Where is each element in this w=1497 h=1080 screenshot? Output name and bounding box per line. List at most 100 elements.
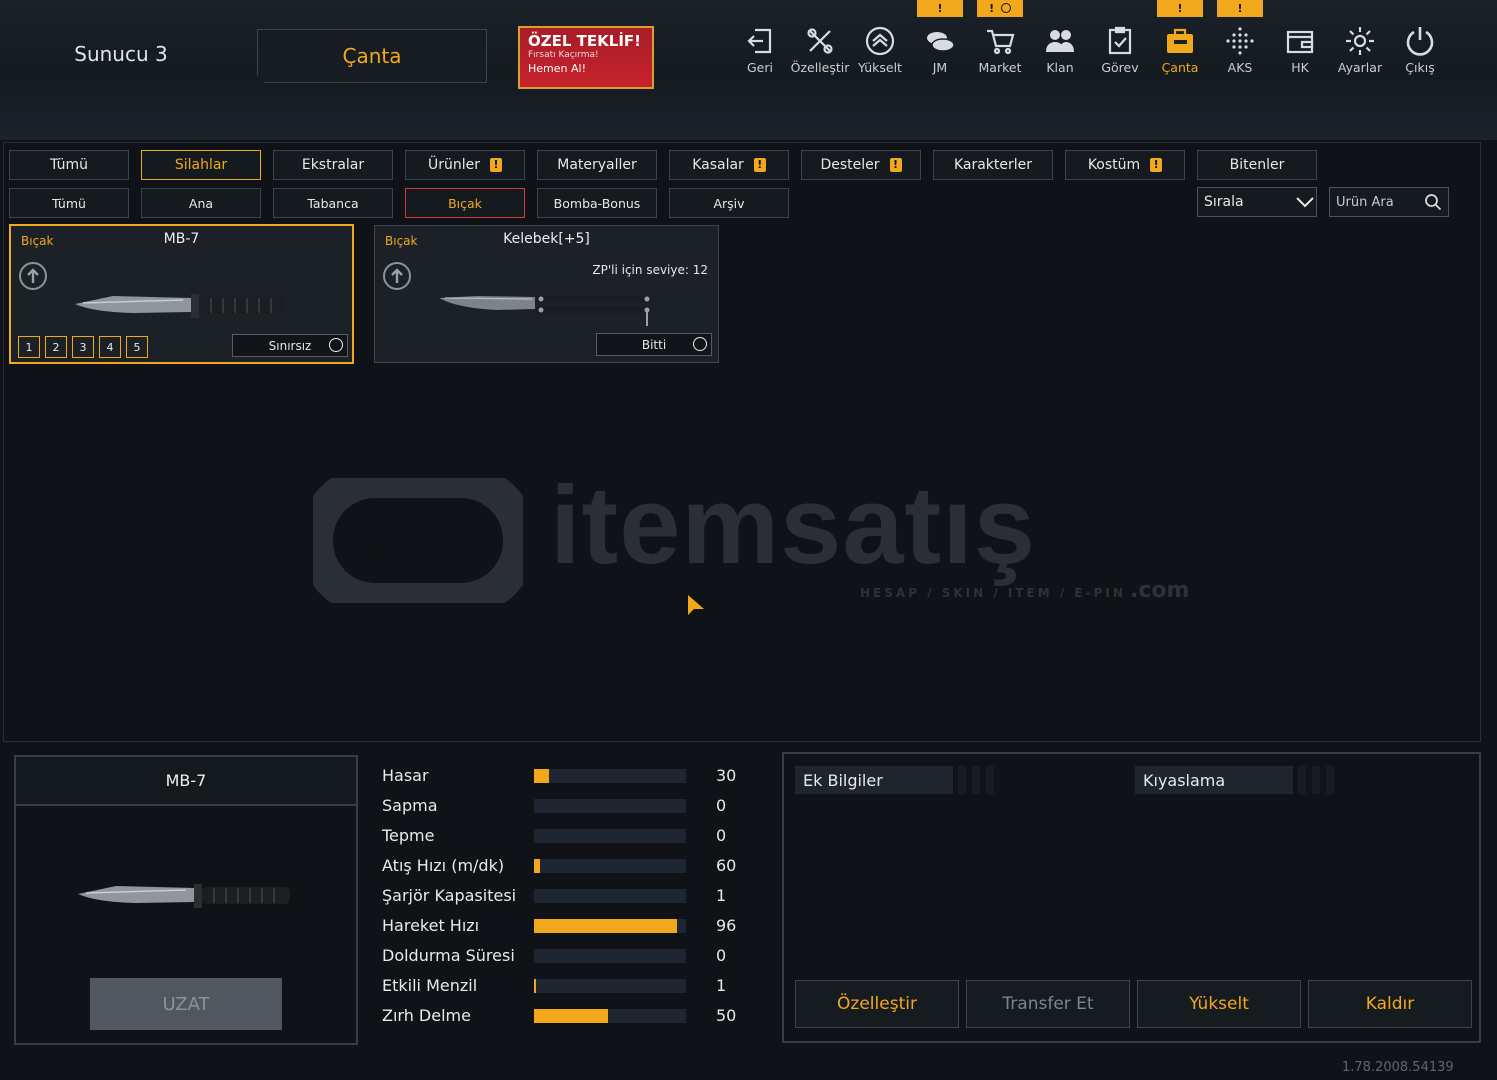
search-icon[interactable] <box>1424 193 1442 211</box>
warning-icon: ! <box>1150 158 1163 172</box>
tab-crates[interactable]: Kasalar! <box>669 150 789 180</box>
nav-aks[interactable]: AKS <box>1210 24 1270 80</box>
nav-label: AKS <box>1227 60 1253 75</box>
chevron-down-icon <box>1296 197 1314 208</box>
level-5-button[interactable]: 5 <box>126 336 148 358</box>
back-icon <box>747 28 772 54</box>
stat-value: 50 <box>716 1006 737 1025</box>
upgrade-arrow-icon[interactable] <box>383 262 411 290</box>
subtab-all[interactable]: Tümü <box>9 188 129 218</box>
version-label: 1.78.2008.54139 <box>1342 1060 1454 1075</box>
nav-upgrade[interactable]: Yükselt <box>850 24 910 80</box>
tab-products[interactable]: Ürünler! <box>405 150 525 180</box>
tab-extras[interactable]: Ekstralar <box>273 150 393 180</box>
level-1-button[interactable]: 1 <box>18 336 40 358</box>
nav-label: JM <box>932 60 948 75</box>
jm-badge: ! <box>917 0 963 17</box>
upgrade-button[interactable]: Yükselt <box>1137 980 1301 1028</box>
tab-characters[interactable]: Karakterler <box>933 150 1053 180</box>
subtab-pistol[interactable]: Tabanca <box>273 188 393 218</box>
header-stripe <box>986 766 994 794</box>
cursor-icon <box>688 595 704 615</box>
nav-back[interactable]: Geri <box>730 24 790 80</box>
subtab-archive[interactable]: Arşiv <box>669 188 789 218</box>
tab-materials[interactable]: Materyaller <box>537 150 657 180</box>
level-3-button[interactable]: 3 <box>72 336 94 358</box>
stat-bar <box>534 889 686 903</box>
upgrade-arrow-icon[interactable] <box>19 262 47 290</box>
level-4-button[interactable]: 4 <box>99 336 121 358</box>
nav-exit[interactable]: Çıkış <box>1390 24 1450 80</box>
aks-badge: ! <box>1217 0 1263 17</box>
warning-icon: ! <box>889 158 902 172</box>
sort-dropdown[interactable]: Sırala <box>1197 187 1317 217</box>
customize-button[interactable]: Özelleştir <box>795 980 959 1028</box>
stat-label: Doldurma Süresi <box>382 946 515 965</box>
stat-label: Hareket Hızı <box>382 916 480 935</box>
transfer-button[interactable]: Transfer Et <box>966 980 1130 1028</box>
tab-expired[interactable]: Bitenler <box>1197 150 1317 180</box>
item-name: Kelebek[+5] <box>503 231 590 247</box>
nav-jm[interactable]: JM <box>910 24 970 80</box>
tab-decks[interactable]: Desteler! <box>801 150 921 180</box>
special-offer-button[interactable]: ÖZEL TEKLİF! Fırsatı Kaçırma! Hemen Al! <box>518 26 654 89</box>
nav-hk[interactable]: HK <box>1270 24 1330 80</box>
knife-preview-image <box>78 884 290 908</box>
stat-bar-fill <box>534 1009 609 1023</box>
nav-market[interactable]: Market <box>970 24 1030 80</box>
tab-costume[interactable]: Kostüm! <box>1065 150 1185 180</box>
header-stripe <box>972 766 980 794</box>
stat-bar <box>534 859 686 873</box>
search-box[interactable] <box>1329 187 1449 217</box>
header-stripe <box>1312 766 1320 794</box>
subtab-grenade-bonus[interactable]: Bomba-Bonus <box>537 188 657 218</box>
nav-missions[interactable]: Görev <box>1090 24 1150 80</box>
watermark-subtitle: HESAP / SKIN / ITEM / E-PIN <box>860 586 1126 600</box>
market-badge-alert: ! <box>989 2 995 15</box>
header-stripe <box>1326 766 1334 794</box>
stat-value: 60 <box>716 856 737 875</box>
knife-image <box>75 294 285 318</box>
subtab-knife[interactable]: Bıçak <box>405 188 525 218</box>
remove-button[interactable]: Kaldır <box>1308 980 1472 1028</box>
extend-button[interactable]: UZAT <box>90 978 282 1030</box>
duration-text: Bitti <box>641 337 667 352</box>
stat-bar <box>534 979 686 993</box>
server-label: Sunucu 3 <box>74 42 168 66</box>
warning-icon: ! <box>490 158 502 172</box>
nav-settings[interactable]: Ayarlar <box>1330 24 1390 80</box>
stat-label: Tepme <box>382 826 435 845</box>
nav-bag[interactable]: Çanta <box>1150 24 1210 80</box>
nav-label: Çanta <box>1161 60 1199 75</box>
warning-icon: ! <box>753 158 766 172</box>
level-2-button[interactable]: 2 <box>45 336 67 358</box>
stat-label: Zırh Delme <box>382 1006 471 1025</box>
bag-icon <box>1167 28 1193 53</box>
stat-label: Hasar <box>382 766 429 785</box>
tab-all[interactable]: Tümü <box>9 150 129 180</box>
stat-value: 0 <box>716 946 727 965</box>
market-badge: ! <box>977 0 1023 17</box>
nav-label: Geri <box>747 60 773 75</box>
gear-icon <box>1346 27 1374 55</box>
nav-customize[interactable]: Özelleştir <box>790 24 850 80</box>
power-icon <box>1406 27 1434 56</box>
stat-bar-fill <box>534 769 550 783</box>
stat-bar <box>534 949 686 963</box>
nav-clan[interactable]: Klan <box>1030 24 1090 80</box>
nav-label: Özelleştir <box>790 60 850 75</box>
duration-badge: Bitti <box>596 333 712 356</box>
tab-label: Kostüm <box>1087 157 1141 173</box>
butterfly-knife-image <box>439 296 651 326</box>
duration-badge: Sınırsız <box>232 334 348 357</box>
wallet-icon <box>1286 30 1314 54</box>
tab-weapons[interactable]: Silahlar <box>141 150 261 180</box>
level-requirement: ZP'li için seviye: 12 <box>592 263 708 277</box>
subtab-main[interactable]: Ana <box>141 188 261 218</box>
item-card-kelebek[interactable]: Bıçak Kelebek[+5] ZP'li için seviye: 12 … <box>374 225 719 363</box>
item-card-mb7[interactable]: Bıçak MB-7 1 2 3 4 5 Sınırsız <box>9 224 354 364</box>
search-input[interactable] <box>1336 194 1416 210</box>
dots-grid-icon <box>1226 27 1254 55</box>
page-title: Çanta <box>257 29 487 83</box>
duration-text: Sınırsız <box>268 338 312 353</box>
